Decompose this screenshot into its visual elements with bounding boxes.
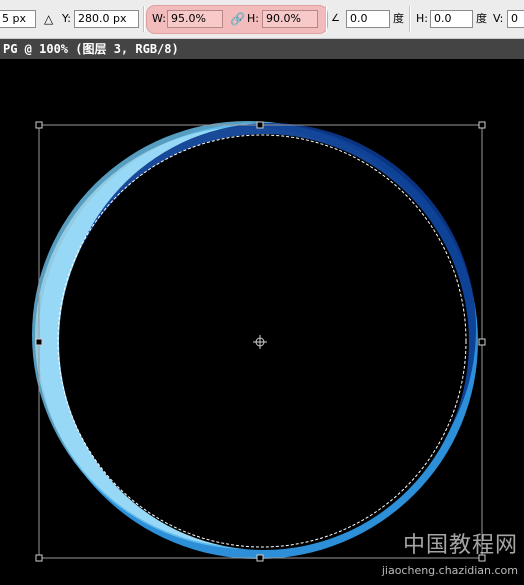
skew-h-unit: 度 bbox=[476, 12, 487, 25]
document-title-bar: PG @ 100% (图层 3, RGB/8) bbox=[0, 39, 524, 59]
height-percent-field[interactable]: 90.0% bbox=[262, 10, 318, 28]
watermark-title: 中国教程网 bbox=[402, 533, 518, 558]
handle-top-left[interactable] bbox=[35, 121, 43, 129]
glow-ring bbox=[32, 121, 478, 559]
handle-middle-right[interactable] bbox=[478, 338, 486, 346]
watermark-url: jiaocheng.chazidian.com bbox=[381, 564, 518, 577]
skew-h-label: H: bbox=[416, 12, 428, 25]
handle-top-center[interactable] bbox=[256, 121, 264, 129]
handle-bottom-left[interactable] bbox=[35, 554, 43, 562]
transform-artwork bbox=[32, 121, 486, 562]
options-bar: 5 px △ Y: 280.0 px W: 95.0% 🔗 H: 90.0% ∠… bbox=[0, 0, 524, 39]
divider bbox=[143, 6, 145, 32]
rotate-angle-field[interactable]: 0.0 bbox=[346, 10, 390, 28]
skew-v-label: V: bbox=[493, 12, 504, 25]
w-label: W: bbox=[152, 12, 166, 25]
reference-triangle-icon: △ bbox=[44, 12, 54, 26]
handle-middle-left[interactable] bbox=[35, 338, 43, 346]
y-label: Y: bbox=[62, 12, 71, 25]
x-position-field[interactable]: 5 px bbox=[0, 10, 36, 28]
y-position-field[interactable]: 280.0 px bbox=[74, 10, 139, 28]
width-percent-field[interactable]: 95.0% bbox=[167, 10, 223, 28]
handle-top-right[interactable] bbox=[478, 121, 486, 129]
skew-h-field[interactable]: 0.0 bbox=[430, 10, 473, 28]
h-label: H: bbox=[247, 12, 259, 25]
divider bbox=[325, 6, 327, 32]
divider bbox=[409, 6, 411, 32]
handle-bottom-center[interactable] bbox=[256, 554, 264, 562]
link-chain-icon[interactable]: 🔗 bbox=[230, 10, 245, 28]
document-canvas[interactable]: 中国教程网 jiaocheng.chazidian.com bbox=[0, 59, 524, 581]
skew-v-field[interactable]: 0 bbox=[507, 10, 524, 28]
angle-unit: 度 bbox=[393, 12, 404, 25]
rotate-angle-icon: ∠ bbox=[331, 13, 340, 24]
